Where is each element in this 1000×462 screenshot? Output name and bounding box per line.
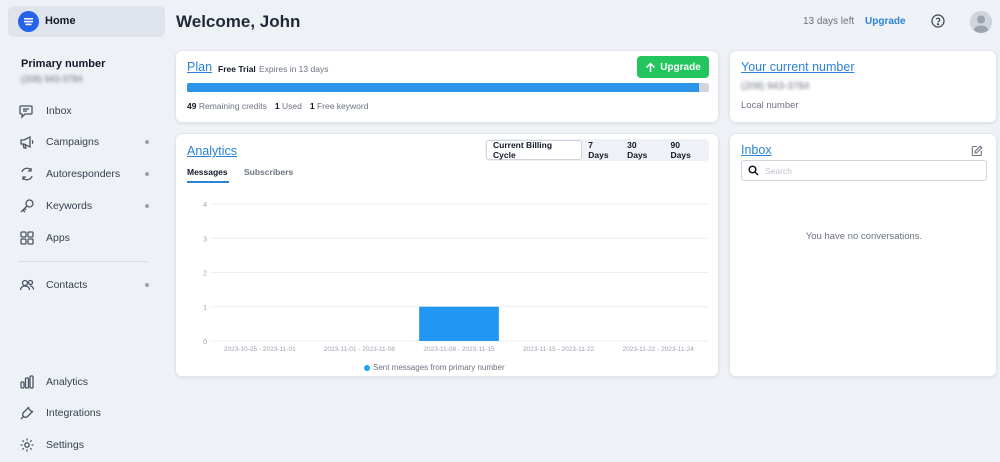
app-logo-icon <box>18 11 39 32</box>
sidebar-item-label: Apps <box>46 232 70 244</box>
sidebar-item-inbox[interactable]: Inbox <box>18 100 158 122</box>
sidebar-item-analytics[interactable]: Analytics <box>18 371 158 393</box>
sidebar-item-label: Integrations <box>46 407 101 419</box>
plug-icon <box>18 404 36 422</box>
refresh-icon <box>18 165 36 183</box>
plan-expiry: Expires in 13 days <box>259 64 329 74</box>
y-tick-label: 3 <box>203 236 207 243</box>
trial-days-left: 13 days left <box>803 16 855 27</box>
upgrade-button-label: Upgrade <box>660 61 701 73</box>
compose-icon[interactable] <box>971 144 983 157</box>
credits-progress-fill <box>187 83 699 92</box>
legend-label: Sent messages from primary number <box>373 363 505 372</box>
sidebar-divider <box>18 261 148 262</box>
bar <box>419 306 499 341</box>
sidebar-item-settings[interactable]: Settings <box>18 434 158 456</box>
sidebar-item-contacts[interactable]: Contacts <box>18 274 158 296</box>
y-tick-label: 2 <box>203 271 207 278</box>
x-tick-label: 2023-11-08 - 2023-11-15 <box>423 346 495 353</box>
inbox-card: Inbox You have no conversations. <box>729 133 997 377</box>
remaining-credits-stat: 49 Remaining credits <box>187 101 267 111</box>
current-number-value: (208) 943-3784 <box>741 81 810 92</box>
megaphone-icon <box>18 133 36 151</box>
plan-stats: 49 Remaining credits 1 Used 1 Free keywo… <box>187 101 368 111</box>
primary-number-label: Primary number <box>21 58 106 70</box>
sidebar-item-label: Autoresponders <box>46 168 121 180</box>
sidebar-item-label: Keywords <box>46 200 93 212</box>
sidebar-item-label: Analytics <box>46 376 89 388</box>
messages-bar-chart: 0 1 2 3 4 2023-10-25 - 2023-11-01 2023-11-01 -… <box>203 202 708 353</box>
gear-icon <box>18 436 36 454</box>
credits-progress-bar <box>187 83 709 92</box>
apps-grid-icon <box>18 229 36 247</box>
plan-card: Plan Free Trial Expires in 13 days Upgra… <box>175 50 719 123</box>
status-dot <box>145 140 149 144</box>
sidebar-item-label: Home <box>45 15 76 27</box>
upgrade-button[interactable]: Upgrade <box>637 56 709 78</box>
empty-inbox-message: You have no conversations. <box>805 231 923 242</box>
sidebar-item-label: Campaigns <box>46 136 100 148</box>
y-tick-label: 4 <box>203 202 207 209</box>
status-dot <box>145 204 149 208</box>
contacts-icon <box>18 276 36 294</box>
header-upgrade-link[interactable]: Upgrade <box>865 16 906 27</box>
help-icon[interactable] <box>931 14 945 28</box>
sidebar-item-apps[interactable]: Apps <box>18 227 158 249</box>
current-number-type: Local number <box>741 100 799 111</box>
sidebar-item-keywords[interactable]: Keywords <box>18 195 158 217</box>
avatar[interactable] <box>970 11 992 33</box>
used-credits-stat: 1 Used <box>274 101 302 111</box>
current-number-card: Your current number (208) 943-3784 Local… <box>729 50 997 123</box>
analytics-card: Analytics Current Billing Cycle 7 Days 3… <box>175 133 719 377</box>
inbox-search <box>741 160 987 181</box>
y-tick-label: 0 <box>203 339 207 346</box>
current-number-title-link[interactable]: Your current number <box>741 60 855 74</box>
legend-marker <box>364 364 370 371</box>
chart-legend[interactable]: Sent messages from primary number <box>364 363 505 372</box>
sidebar-item-label: Contacts <box>46 279 88 291</box>
plan-title-link[interactable]: Plan <box>187 60 212 74</box>
search-icon <box>748 165 759 176</box>
sidebar-item-label: Inbox <box>46 105 72 117</box>
status-dot <box>145 172 149 176</box>
x-tick-label: 2023-11-22 - 2023-11-24 <box>623 346 695 353</box>
search-input[interactable] <box>765 165 965 176</box>
free-keyword-stat: 1 Free keyword <box>309 101 369 111</box>
sidebar-item-integrations[interactable]: Integrations <box>18 402 158 424</box>
sidebar-item-label: Settings <box>46 439 84 451</box>
chat-icon <box>18 102 36 120</box>
inbox-title-link[interactable]: Inbox <box>741 143 772 157</box>
primary-number-value: (208) 943-3784 <box>21 74 83 84</box>
x-tick-label: 2023-11-15 - 2023-11-22 <box>523 346 595 353</box>
sidebar-item-home[interactable]: Home <box>8 6 165 37</box>
plan-tag: Free Trial <box>218 64 256 74</box>
y-tick-label: 1 <box>203 305 207 312</box>
x-tick-label: 2023-11-01 - 2023-11-08 <box>324 346 396 353</box>
x-tick-label: 2023-10-25 - 2023-11-01 <box>224 346 296 353</box>
status-dot <box>145 283 149 287</box>
sidebar: Home Primary number (208) 943-3784 Inbox… <box>0 0 172 462</box>
arrow-up-icon <box>646 61 656 72</box>
sidebar-item-autoresponders[interactable]: Autoresponders <box>18 163 158 185</box>
page-title: Welcome, John <box>176 12 301 31</box>
key-icon <box>18 197 36 215</box>
bar-chart-icon <box>18 373 36 391</box>
sidebar-item-campaigns[interactable]: Campaigns <box>18 131 158 153</box>
